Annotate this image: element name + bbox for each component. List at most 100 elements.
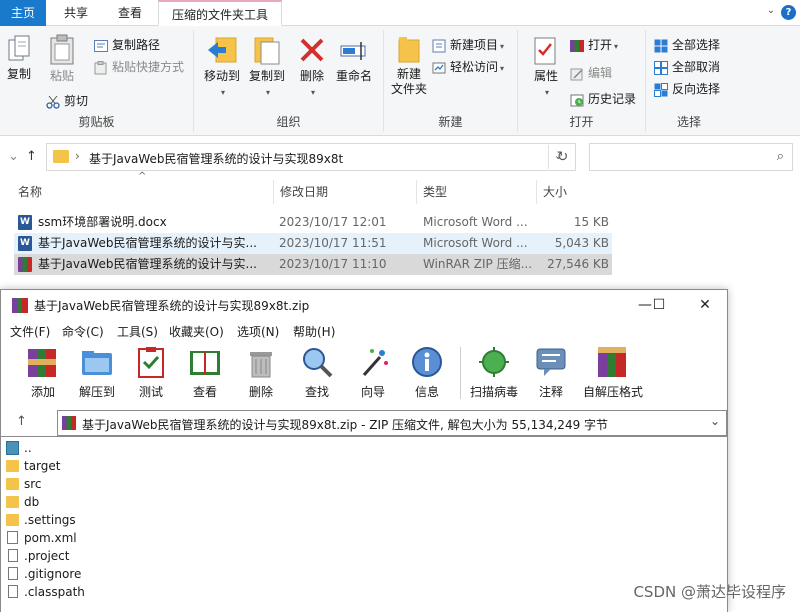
file-date: 2023/10/17 11:10 [279, 257, 387, 271]
view-button[interactable]: 查看 [185, 345, 225, 400]
address-path: 基于JavaWeb民宿管理系统的设计与实现89x8t [89, 152, 344, 166]
easy-access-button[interactable]: 轻松访问 ▾ [432, 58, 504, 76]
copy-button[interactable]: 复制 [4, 34, 34, 82]
copy-path-label: 复制路径 [112, 38, 161, 52]
tab-home[interactable]: 主页 [0, 0, 46, 26]
invert-selection-icon [654, 82, 668, 97]
copy-to-label: 复制到 [248, 69, 285, 83]
properties-dropdown-icon: ▾ [544, 88, 549, 97]
winrar-open-icon [570, 39, 584, 52]
watermark: CSDN @萧达毕设程序 [633, 583, 786, 601]
scan-virus-button[interactable]: 扫描病毒 [463, 345, 525, 400]
word-icon: W [18, 215, 32, 230]
path-dropdown-icon[interactable]: ⌄ [710, 414, 720, 428]
rename-button[interactable]: 重命名 [332, 34, 376, 84]
column-header-name[interactable]: 名称 [12, 180, 272, 204]
archive-path-box[interactable]: 基于JavaWeb民宿管理系统的设计与实现89x8t.zip - ZIP 压缩文… [57, 410, 727, 436]
select-all-icon [654, 39, 668, 52]
info-button[interactable]: 信息 [407, 345, 447, 400]
rename-icon [340, 42, 366, 60]
address-bar[interactable]: › 基于JavaWeb民宿管理系统的设计与实现89x8t ⌄ [46, 143, 576, 171]
up-arrow-icon[interactable]: ↑ [26, 149, 37, 164]
history-icon [570, 94, 584, 106]
delete-dropdown-icon: ▾ [310, 88, 315, 97]
ribbon-collapse-icon[interactable]: ⌄ [764, 4, 778, 18]
wizard-button[interactable]: 向导 [353, 345, 393, 400]
easy-access-icon [432, 62, 446, 73]
folder-icon [53, 150, 69, 163]
move-to-button[interactable]: 移动到 ▾ [200, 34, 244, 100]
close-icon[interactable]: ✕ [690, 294, 720, 316]
cut-button[interactable]: 剪切 [46, 92, 88, 110]
tab-share[interactable]: 共享 [52, 0, 100, 26]
test-button[interactable]: 测试 [131, 345, 171, 400]
add-label: 添加 [30, 385, 55, 399]
select-all-button[interactable]: 全部选择 [654, 36, 720, 54]
copy-to-dropdown-icon: ▾ [265, 88, 270, 97]
column-header-date[interactable]: 修改日期 [273, 180, 415, 204]
item-name: db [24, 495, 40, 509]
maximize-icon[interactable]: ☐ [644, 294, 674, 316]
paste-shortcut-icon [94, 60, 107, 74]
delete-button[interactable]: 删除 ▾ [296, 34, 328, 100]
new-folder-button[interactable]: 新建 文件夹 [388, 34, 430, 97]
breadcrumb-separator-icon: › [75, 149, 80, 163]
menu-commands[interactable]: 命令(C) [62, 323, 104, 340]
column-header-type[interactable]: 类型 [416, 180, 535, 204]
file-row[interactable]: 基于JavaWeb民宿管理系统的设计与实... 2023/10/17 11:10… [14, 254, 612, 275]
paste-button[interactable]: 粘贴 [44, 34, 80, 84]
sfx-button[interactable]: 自解压格式 [581, 345, 645, 400]
menu-help[interactable]: 帮助(H) [293, 323, 335, 340]
menu-options[interactable]: 选项(N) [237, 323, 279, 340]
file-icon [8, 567, 18, 580]
refresh-icon[interactable]: ↻ [548, 145, 576, 169]
item-name: src [24, 477, 42, 491]
clipboard-group-label: 剪贴板 [78, 115, 115, 129]
comment-button[interactable]: 注释 [531, 345, 571, 400]
folder-icon [6, 478, 19, 490]
delete-archive-button[interactable]: 删除 [241, 345, 281, 400]
menu-favorites[interactable]: 收藏夹(O) [169, 323, 224, 340]
dropdown-recent-icon[interactable]: ⌄ [8, 149, 19, 164]
history-button[interactable]: 历史记录 [570, 90, 636, 108]
column-header-size[interactable]: 大小 [536, 180, 616, 204]
copy-to-button[interactable]: 复制到 ▾ [244, 34, 290, 100]
properties-button[interactable]: 属性 ▾ [528, 34, 564, 100]
file-date: 2023/10/17 12:01 [279, 215, 387, 229]
file-type: Microsoft Word ... [423, 236, 528, 250]
new-item-button[interactable]: 新建项目 ▾ [432, 36, 504, 54]
help-icon[interactable]: ? [781, 5, 796, 20]
comment-label: 注释 [538, 385, 563, 399]
menu-tools[interactable]: 工具(S) [117, 323, 158, 340]
properties-label: 属性 [533, 69, 558, 83]
tab-compressed-folder-tools[interactable]: 压缩的文件夹工具 [158, 0, 282, 26]
up-folder-icon[interactable]: ↑ [16, 414, 27, 429]
folder-icon [6, 496, 19, 508]
menu-file[interactable]: 文件(F) [10, 323, 50, 340]
folder-icon [6, 460, 19, 472]
test-clipboard-icon [138, 347, 164, 378]
ribbon: 复制 粘贴 复制路径 粘贴快捷方式 剪切 剪贴板 移动到 ▾ 复制到 ▾ 删除 … [0, 26, 800, 136]
winrar-titlebar[interactable]: 基于JavaWeb民宿管理系统的设计与实现89x8t.zip — ☐ ✕ [1, 290, 727, 320]
paste-shortcut-button[interactable]: 粘贴快捷方式 [94, 58, 184, 76]
invert-selection-button[interactable]: 反向选择 [654, 80, 720, 98]
sfx-label: 自解压格式 [582, 385, 643, 399]
copy-label: 复制 [6, 67, 31, 81]
add-button[interactable]: 添加 [23, 345, 63, 400]
file-row[interactable]: W 基于JavaWeb民宿管理系统的设计与实... 2023/10/17 11:… [14, 233, 612, 254]
select-none-button[interactable]: 全部取消 [654, 58, 720, 76]
open-button[interactable]: 打开 ▾ [570, 36, 618, 54]
extract-to-button[interactable]: 解压到 [75, 345, 119, 400]
edit-icon [570, 68, 583, 80]
info-label: 信息 [414, 385, 439, 399]
copy-path-button[interactable]: 复制路径 [94, 36, 160, 54]
find-button[interactable]: 查找 [297, 345, 337, 400]
file-icon [8, 549, 18, 562]
invert-selection-label: 反向选择 [672, 82, 721, 96]
edit-button[interactable]: 编辑 [570, 64, 612, 82]
tab-view[interactable]: 查看 [106, 0, 154, 26]
file-name: 基于JavaWeb民宿管理系统的设计与实... [38, 257, 257, 271]
file-row[interactable]: W ssm环境部署说明.docx 2023/10/17 12:01 Micros… [14, 212, 612, 233]
copy-path-icon [94, 39, 108, 52]
search-input[interactable]: ⌕ [589, 143, 793, 171]
